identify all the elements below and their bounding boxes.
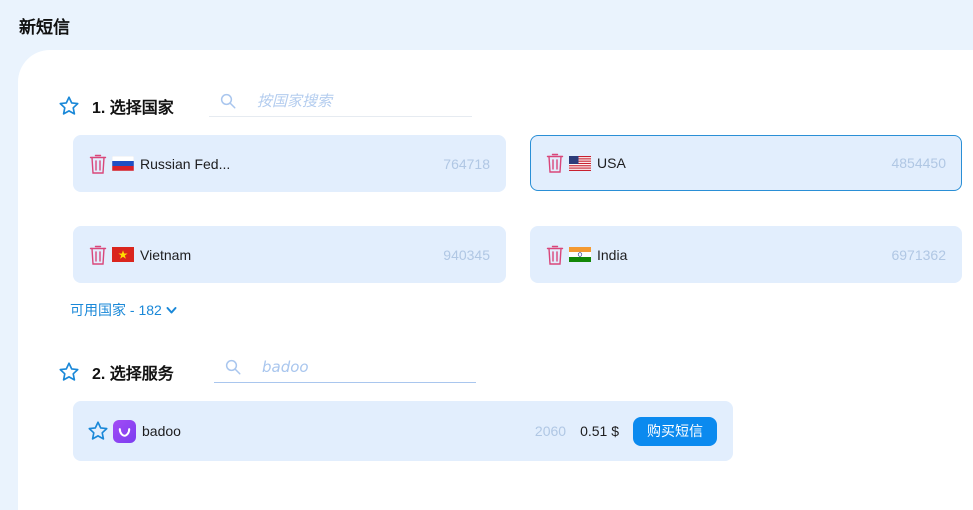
country-card-vietnam[interactable]: Vietnam 940345	[73, 226, 506, 283]
country-count: 940345	[443, 246, 490, 263]
country-card-usa[interactable]: USA 4854450	[530, 135, 962, 191]
country-name: Russian Fed...	[140, 155, 231, 172]
flag-usa-icon	[569, 155, 591, 171]
country-search[interactable]	[209, 85, 472, 117]
country-card-russia[interactable]: Russian Fed... 764718	[73, 135, 506, 192]
search-icon	[225, 359, 241, 374]
flag-india-icon	[569, 247, 591, 262]
trash-icon[interactable]	[546, 244, 564, 266]
service-name: badoo	[142, 423, 181, 439]
trash-icon[interactable]	[89, 153, 107, 175]
available-countries-toggle[interactable]: 可用国家 - 182	[70, 300, 177, 320]
buy-sms-button[interactable]: 购买短信	[633, 416, 717, 446]
country-search-input[interactable]	[257, 91, 437, 110]
country-name: USA	[597, 155, 626, 171]
service-search-input[interactable]	[262, 357, 442, 376]
country-name: India	[597, 246, 628, 263]
services-section-header: 2. 选择服务	[58, 360, 174, 384]
available-countries-label: 可用国家 - 182	[70, 302, 162, 318]
chevron-down-icon	[166, 306, 177, 313]
country-count: 4854450	[891, 155, 946, 171]
countries-section-title: 1. 选择国家	[92, 100, 174, 117]
favorite-star-icon[interactable]	[87, 420, 109, 442]
flag-russia-icon	[112, 156, 134, 171]
country-count: 6971362	[891, 246, 946, 263]
trash-icon[interactable]	[89, 244, 107, 266]
flag-vietnam-icon	[112, 247, 134, 262]
service-row-badoo[interactable]: badoo 2060 0.51 $ 购买短信	[73, 401, 733, 461]
trash-icon[interactable]	[546, 152, 564, 174]
country-count: 764718	[443, 155, 490, 172]
favorite-star-icon[interactable]	[58, 95, 80, 117]
favorite-star-icon[interactable]	[58, 361, 80, 383]
badoo-icon	[113, 419, 136, 443]
country-card-india[interactable]: India 6971362	[530, 226, 962, 283]
page-title: 新短信	[19, 18, 70, 37]
service-search[interactable]	[214, 351, 476, 383]
search-icon	[220, 93, 236, 108]
countries-section-header: 1. 选择国家	[58, 94, 174, 118]
service-price: 0.51 $	[580, 423, 619, 439]
service-count: 2060	[534, 423, 567, 439]
country-name: Vietnam	[140, 246, 192, 263]
services-section-title: 2. 选择服务	[92, 366, 174, 383]
